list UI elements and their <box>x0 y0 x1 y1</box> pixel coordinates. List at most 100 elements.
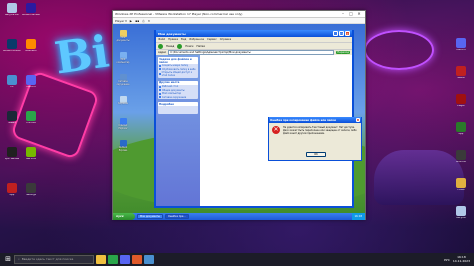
close-icon[interactable]: ✕ <box>345 31 350 36</box>
desktop-icon-1[interactable]: Adobe Premiere <box>22 3 40 25</box>
app-0-icon <box>7 3 17 13</box>
task-item-icon <box>159 68 161 71</box>
player-menu[interactable]: Player ▾ <box>115 19 127 23</box>
task-link[interactable]: Сетевое окружение <box>158 96 198 100</box>
taskbar-pinned-apps <box>94 255 154 264</box>
desktop-icon-right-1[interactable]: Game <box>452 66 470 88</box>
desktop-icon-right-0[interactable]: Discord <box>452 38 470 60</box>
back-button[interactable]: Назад <box>166 45 174 48</box>
explorer-titlebar[interactable]: Мои документы _ □ ✕ <box>156 30 352 37</box>
task-link[interactable]: Открыть общий доступ к этой папке <box>158 71 198 78</box>
unity-icon[interactable]: ✕ <box>148 19 151 23</box>
desktop-icon-label: Adobe Premiere <box>22 14 40 16</box>
guest-desktop-icon-3[interactable]: Корзина <box>116 96 130 106</box>
taskbar-app-icon-2[interactable] <box>120 255 130 264</box>
wallpaper-car <box>374 150 464 205</box>
desktop-icon-8[interactable]: Epic Games <box>3 147 21 169</box>
taskbar-app-icon-0[interactable] <box>96 255 106 264</box>
guest-desktop-icon-5[interactable]: Outlook Express <box>116 140 130 152</box>
play-icon[interactable]: ▶ <box>130 19 132 23</box>
desktop-icon-10[interactable]: App <box>3 183 21 205</box>
taskbar-clock[interactable]: 16:18 14.11.2023 <box>453 255 470 263</box>
desktop-icon-5[interactable]: Discord <box>22 75 40 97</box>
taskbar-item-explorer[interactable]: Мои документы <box>137 214 163 219</box>
desktop-icon-label: Illustrator <box>25 50 37 52</box>
search-button[interactable]: Поиск <box>185 45 193 48</box>
desktop-icon-11[interactable]: Settings <box>22 183 40 205</box>
desktop-icon-right-4[interactable]: Shortcut <box>452 150 470 172</box>
desktop-icon-label: PC <box>10 86 14 88</box>
app-11-icon <box>26 183 36 193</box>
taskbar-item-error[interactable]: Ошибка при... <box>164 214 189 219</box>
close-icon[interactable]: ✕ <box>356 118 360 122</box>
task-panel-header[interactable]: Задачи для файлов и папок <box>158 57 198 64</box>
menu-tools[interactable]: Сервис <box>207 38 217 41</box>
desktop-icon-label: Steam <box>8 122 16 124</box>
back-arrow-icon[interactable] <box>158 43 163 49</box>
desktop-icon-label: Recycle <box>456 217 466 219</box>
desktop-icon-right-6[interactable]: Recycle <box>452 206 470 228</box>
menu-favorites[interactable]: Избранное <box>189 38 204 41</box>
taskbar-app-icon-4[interactable] <box>144 255 154 264</box>
guest-taskbar: пуск Мои документы Ошибка при... 16:18 <box>113 213 365 220</box>
guest-icon-label: Internet Explorer <box>118 124 128 130</box>
desktop-icon-label: Game <box>457 77 465 79</box>
menu-file[interactable]: Файл <box>158 38 165 41</box>
menu-help[interactable]: Справка <box>220 38 231 41</box>
app-9-icon <box>26 147 36 157</box>
guest-desktop-icon-0[interactable]: Мои документы <box>116 30 130 42</box>
task-link-label: Сетевое окружение <box>162 95 187 99</box>
taskbar-app-icon-3[interactable] <box>132 255 142 264</box>
desktop-icon-9[interactable]: GeForce <box>22 147 40 169</box>
close-icon[interactable]: ✕ <box>355 11 363 17</box>
send-keys-icon[interactable]: ⎙ <box>142 19 144 23</box>
app-2-icon <box>7 39 17 49</box>
maximize-icon[interactable]: □ <box>347 11 355 17</box>
minimize-icon[interactable]: _ <box>333 31 338 36</box>
desktop-icon-3[interactable]: Illustrator <box>22 39 40 61</box>
app-4-icon <box>7 75 17 85</box>
error-dialog[interactable]: Ошибка при копировании файла или папки ✕… <box>268 117 362 161</box>
folders-button[interactable]: Папки <box>197 45 206 48</box>
desktop-icon-2[interactable]: Adobe Photoshop <box>3 39 21 61</box>
dialog-message: Не удается копировать Текстовый документ… <box>283 126 358 135</box>
start-button[interactable]: пуск <box>113 213 135 220</box>
task-link-label: Опубликовать папку в вебе <box>162 67 196 71</box>
guest-desktop-icon-2[interactable]: Сетевое окружение <box>116 74 130 86</box>
go-button[interactable]: Переход <box>336 51 350 54</box>
task-link-label: Создать новую папку <box>162 64 189 68</box>
host-desktop: Bi Recycle Bin Adobe Premiere Adobe Photos… <box>0 0 474 266</box>
task-link-label: Рабочий стол <box>162 85 179 89</box>
task-item-icon <box>159 64 161 67</box>
maximize-icon[interactable]: □ <box>339 31 344 36</box>
app-right-6-icon <box>456 206 466 216</box>
language-indicator[interactable]: РУС <box>444 258 450 262</box>
desktop-icon-label: Settings <box>26 194 36 196</box>
taskbar-app-icon-1[interactable] <box>108 255 118 264</box>
desktop-icon-right-3[interactable]: App <box>452 122 470 144</box>
desktop-icon-0[interactable]: Recycle Bin <box>3 3 21 25</box>
app-5-icon <box>26 75 36 85</box>
guest-screen[interactable]: Мои документы Мой компьютер Сетевое окруже… <box>113 24 365 220</box>
desktop-icon-7[interactable]: Chrome <box>22 111 40 133</box>
ok-button[interactable]: OK <box>306 152 326 157</box>
desktop-icon-right-2[interactable]: Player <box>452 94 470 116</box>
vmware-titlebar[interactable]: Windows XP Professional - VMware Worksta… <box>113 11 365 18</box>
minimize-icon[interactable]: – <box>339 11 347 17</box>
desktop-icon-4[interactable]: PC <box>3 75 21 97</box>
explorer-title: Мои документы <box>158 31 186 36</box>
menu-edit[interactable]: Правка <box>168 38 178 41</box>
windows-start-icon[interactable]: ⊞ <box>2 253 14 266</box>
forward-arrow-icon[interactable] <box>177 43 183 49</box>
task-panel-0: Задачи для файлов и папок Создать новую п… <box>158 57 198 78</box>
pause-icon[interactable]: ▪▪ <box>135 19 139 23</box>
menu-view[interactable]: Вид <box>181 38 186 41</box>
desktop-icon-right-5[interactable]: Folder <box>452 178 470 200</box>
desktop-icon-6[interactable]: Steam <box>3 111 21 133</box>
taskbar-search-box[interactable]: ⌕ Введите здесь текст для поиска <box>14 255 94 264</box>
vmware-window[interactable]: Windows XP Professional - VMware Worksta… <box>112 10 366 220</box>
desktop-icon-label: Adobe Photoshop <box>3 50 21 52</box>
guest-desktop-icon-1[interactable]: Мой компьютер <box>116 52 130 64</box>
desktop-icon-label: Chrome <box>26 122 36 124</box>
guest-desktop-icon-4[interactable]: Internet Explorer <box>116 118 130 130</box>
